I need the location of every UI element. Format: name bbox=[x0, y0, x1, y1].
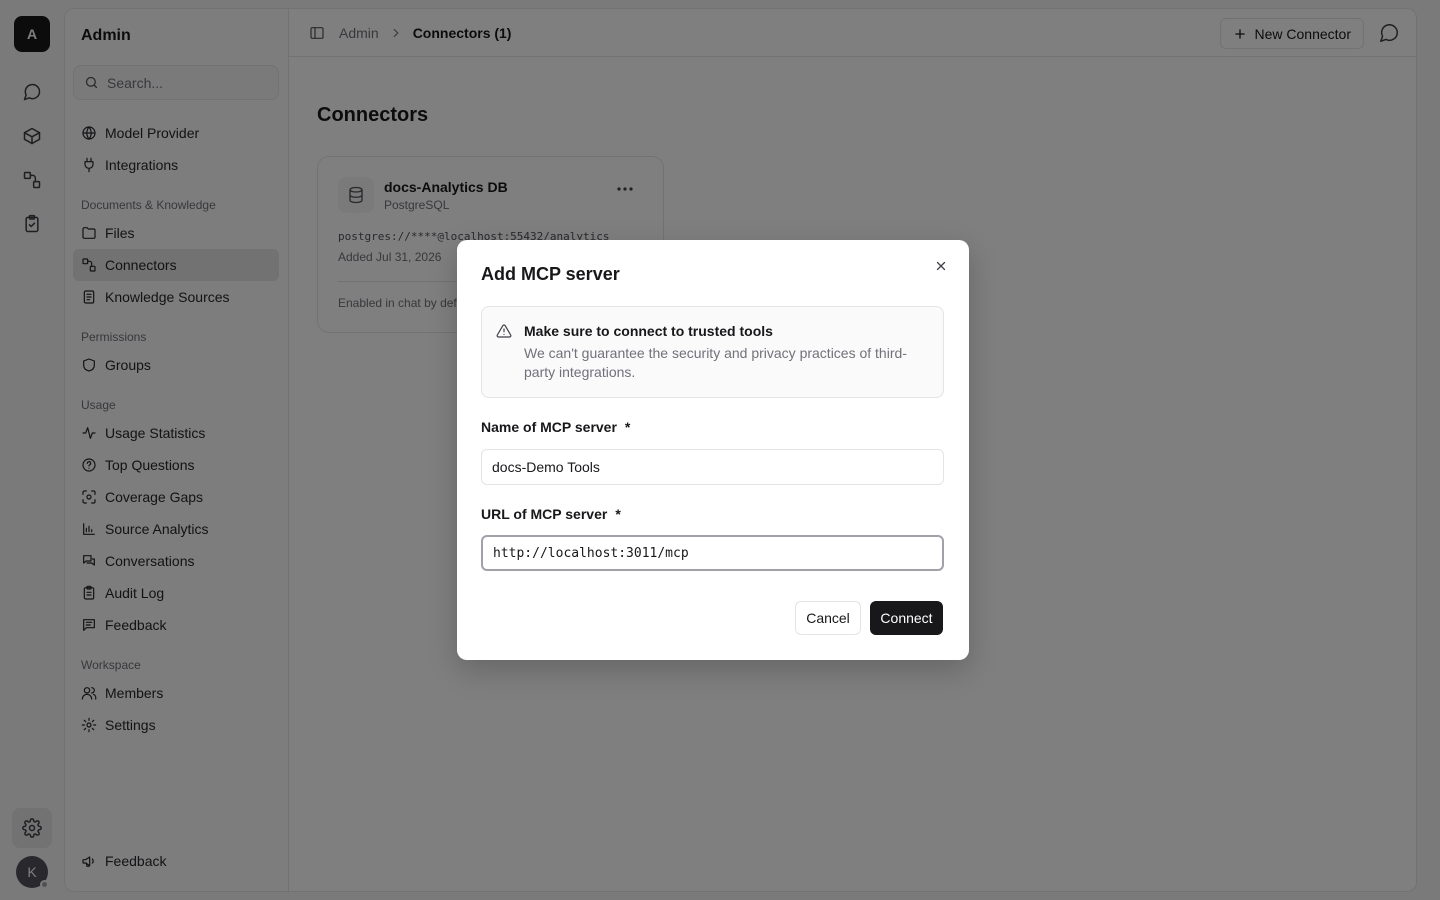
connect-button[interactable]: Connect bbox=[870, 601, 943, 635]
dialog-title: Add MCP server bbox=[481, 264, 620, 284]
add-mcp-server-dialog: Add MCP server Make sure to connect to t… bbox=[457, 240, 969, 660]
required-mark: * bbox=[615, 506, 621, 522]
alert-title: Make sure to connect to trusted tools bbox=[524, 323, 773, 339]
alert-description: We can't guarantee the security and priv… bbox=[524, 345, 907, 380]
name-label-text: Name of MCP server bbox=[481, 419, 617, 435]
url-label-text: URL of MCP server bbox=[481, 506, 608, 522]
trust-warning-alert: Make sure to connect to trusted tools We… bbox=[481, 306, 944, 398]
warning-triangle-icon bbox=[496, 324, 512, 338]
name-field-label: Name of MCP server * bbox=[481, 419, 630, 435]
mcp-url-input[interactable] bbox=[481, 535, 944, 571]
close-button[interactable] bbox=[931, 256, 951, 276]
cancel-button[interactable]: Cancel bbox=[795, 601, 861, 635]
url-field-label: URL of MCP server * bbox=[481, 506, 621, 522]
required-mark: * bbox=[624, 419, 631, 435]
mcp-name-input[interactable] bbox=[481, 449, 944, 485]
close-icon bbox=[936, 261, 946, 271]
